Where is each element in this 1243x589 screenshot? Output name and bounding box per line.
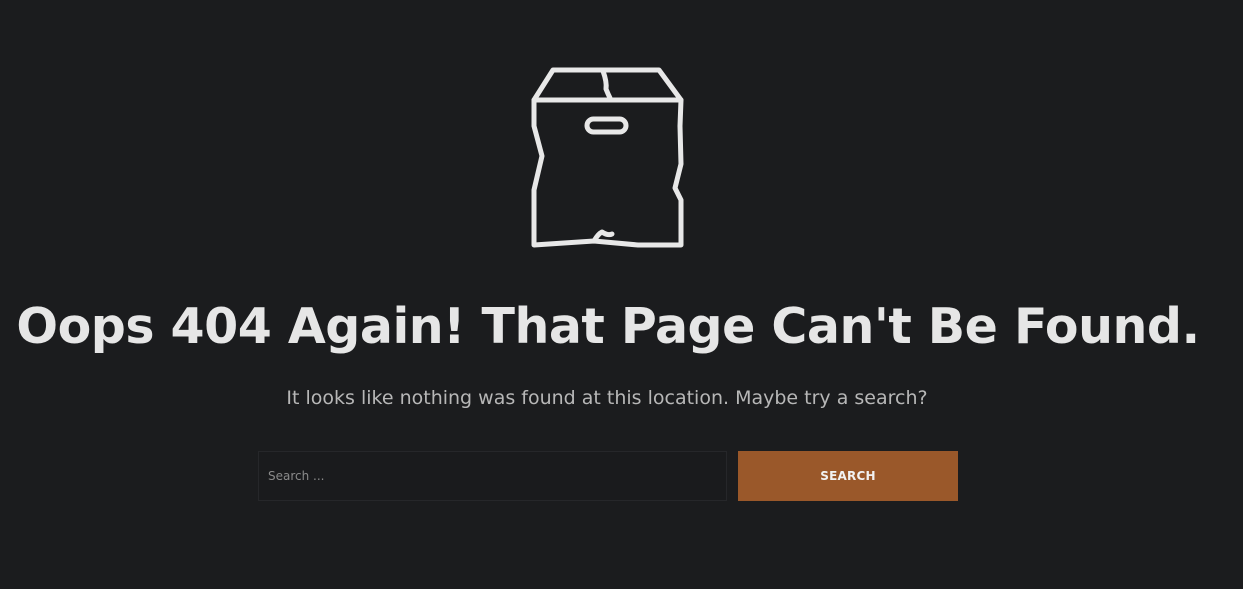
not-found-message: It looks like nothing was found at this … bbox=[286, 387, 928, 409]
search-input[interactable] bbox=[258, 451, 727, 501]
search-button[interactable]: SEARCH bbox=[738, 451, 958, 501]
search-form: SEARCH bbox=[258, 451, 958, 501]
page-title: Oops 404 Again! That Page Can't Be Found… bbox=[16, 298, 1200, 355]
not-found-page: Oops 404 Again! That Page Can't Be Found… bbox=[0, 0, 1243, 589]
box-icon bbox=[528, 64, 688, 250]
